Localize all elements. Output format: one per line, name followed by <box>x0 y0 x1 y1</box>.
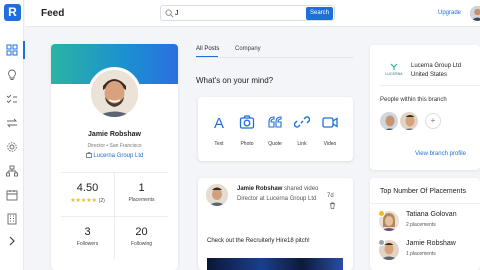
post-action: shared video <box>284 186 319 192</box>
trash-icon[interactable] <box>329 202 336 209</box>
silver-medal-icon <box>378 239 385 246</box>
text-icon: A <box>214 115 224 130</box>
placement-row[interactable]: Tatiana Golovan 2 placements <box>378 210 480 235</box>
compose-link-label: Link <box>297 141 307 147</box>
compose-link-button[interactable]: Link <box>290 114 314 147</box>
branch-person-avatar[interactable] <box>379 111 399 131</box>
post-composer: A Text Photo Quote Link Video <box>198 97 353 161</box>
followers-label: Followers <box>76 241 99 247</box>
chevron-right-icon[interactable] <box>6 235 18 247</box>
composer-prompt: What's on your mind? <box>196 76 274 85</box>
rating-stat[interactable]: 4.50 ★★★★★ (2) <box>61 173 114 216</box>
placement-row[interactable]: Jamie Robshaw 1 placements <box>378 239 480 264</box>
company-country: United States <box>411 72 448 78</box>
gear-icon[interactable] <box>6 141 18 153</box>
lightbulb-icon[interactable] <box>6 69 18 81</box>
page-title: Feed <box>41 8 65 19</box>
view-branch-link[interactable]: View branch profile <box>415 151 466 157</box>
search-icon <box>165 9 174 18</box>
upgrade-link[interactable]: Upgrade <box>438 10 461 16</box>
placements-value: 1 <box>138 182 145 194</box>
user-avatar[interactable] <box>470 6 480 21</box>
company-logo[interactable]: LUCERNA <box>382 62 406 76</box>
quote-icon <box>268 116 282 128</box>
compose-video-label: Video <box>323 141 337 147</box>
top-bar: Feed Search Upgrade <box>25 0 480 27</box>
profile-role: Director • San Francisco <box>87 143 142 149</box>
post-author[interactable]: Jamie Robshaw <box>237 186 282 192</box>
placements-label: Placements <box>128 197 155 203</box>
post-video-thumbnail[interactable] <box>207 258 343 270</box>
post-header: Jamie Robshaw shared video Director at L… <box>237 184 323 204</box>
placements-divider <box>370 203 480 204</box>
post-author-avatar[interactable] <box>206 184 228 206</box>
profile-company-link[interactable]: Lucerna Group Ltd <box>51 152 178 159</box>
profile-company-label: Lucerna Group Ltd <box>93 153 144 159</box>
rating-count: (2) <box>98 198 105 204</box>
tab-all-posts[interactable]: All Posts <box>196 46 219 52</box>
camera-icon <box>239 115 255 129</box>
compose-photo-button[interactable]: Photo <box>235 114 259 147</box>
company-logo-text: LUCERNA <box>385 72 403 76</box>
tab-company[interactable]: Company <box>235 46 261 52</box>
placement-name: Jamie Robshaw <box>406 240 456 247</box>
profile-avatar[interactable] <box>88 67 141 120</box>
branch-person-avatar[interactable] <box>399 111 419 131</box>
search-button[interactable]: Search <box>306 7 333 20</box>
followers-stat[interactable]: 3 Followers <box>61 217 114 260</box>
link-icon <box>294 116 310 128</box>
company-branch-card: LUCERNA Lucerna Group Ltd United States … <box>370 45 480 170</box>
sidebar: R <box>0 0 25 270</box>
placements-stat[interactable]: 1 Placements <box>115 173 168 216</box>
calendar-icon[interactable] <box>6 189 18 201</box>
search-input[interactable] <box>175 7 305 20</box>
building-icon[interactable] <box>6 213 18 225</box>
company-divider <box>380 85 480 86</box>
compose-quote-button[interactable]: Quote <box>263 114 287 147</box>
org-chart-icon[interactable] <box>6 165 18 177</box>
feed-post: Jamie Robshaw shared video Director at L… <box>198 178 353 270</box>
placement-count: 1 placements <box>406 251 436 257</box>
placements-title: Top Number Of Placements <box>380 188 466 195</box>
placement-name: Tatiana Golovan <box>406 211 457 218</box>
video-icon <box>322 117 338 128</box>
post-subtitle: Director at Lucerna Group Ltd <box>237 196 317 202</box>
placement-count: 2 placements <box>406 222 436 228</box>
following-value: 20 <box>135 226 148 238</box>
briefcase-icon <box>85 152 92 158</box>
checklist-icon[interactable] <box>6 93 18 105</box>
swap-arrows-icon[interactable] <box>6 117 18 129</box>
compose-text-label: Text <box>214 141 224 147</box>
rating-stars: ★★★★★ (2) <box>61 197 114 204</box>
tabs-divider <box>196 57 354 58</box>
svg-text:A: A <box>214 115 224 130</box>
profile-card: Jamie Robshaw Director • San Francisco L… <box>51 44 178 270</box>
followers-value: 3 <box>84 226 91 238</box>
search-box: Search <box>160 5 335 21</box>
compose-video-button[interactable]: Video <box>318 114 342 147</box>
compose-text-button[interactable]: A Text <box>207 114 231 147</box>
compose-photo-label: Photo <box>240 141 254 147</box>
rating-value: 4.50 <box>76 182 99 194</box>
post-text: Check out the Recruiterly Hire18 pitch! <box>207 238 310 244</box>
people-title: People within this branch <box>380 97 447 103</box>
profile-name: Jamie Robshaw <box>88 131 141 138</box>
add-person-button[interactable]: + <box>425 113 441 129</box>
company-name-label: Lucerna Group Ltd <box>411 63 462 69</box>
active-nav-indicator <box>23 41 25 59</box>
profile-stats: 4.50 ★★★★★ (2) 1 Placements 3 Followers … <box>61 172 168 260</box>
star-icons: ★★★★★ <box>70 198 98 204</box>
company-name[interactable]: Lucerna Group Ltd United States <box>411 62 461 80</box>
app-logo[interactable]: R <box>4 4 21 21</box>
gold-medal-icon <box>378 210 385 217</box>
dashboard-icon[interactable] <box>6 44 18 56</box>
top-placements-card: Top Number Of Placements Tatiana Golovan… <box>370 178 480 270</box>
compose-quote-label: Quote <box>268 141 282 147</box>
following-label: Following <box>130 241 153 247</box>
following-stat[interactable]: 20 Following <box>115 217 168 260</box>
post-time: 7d <box>327 193 334 199</box>
